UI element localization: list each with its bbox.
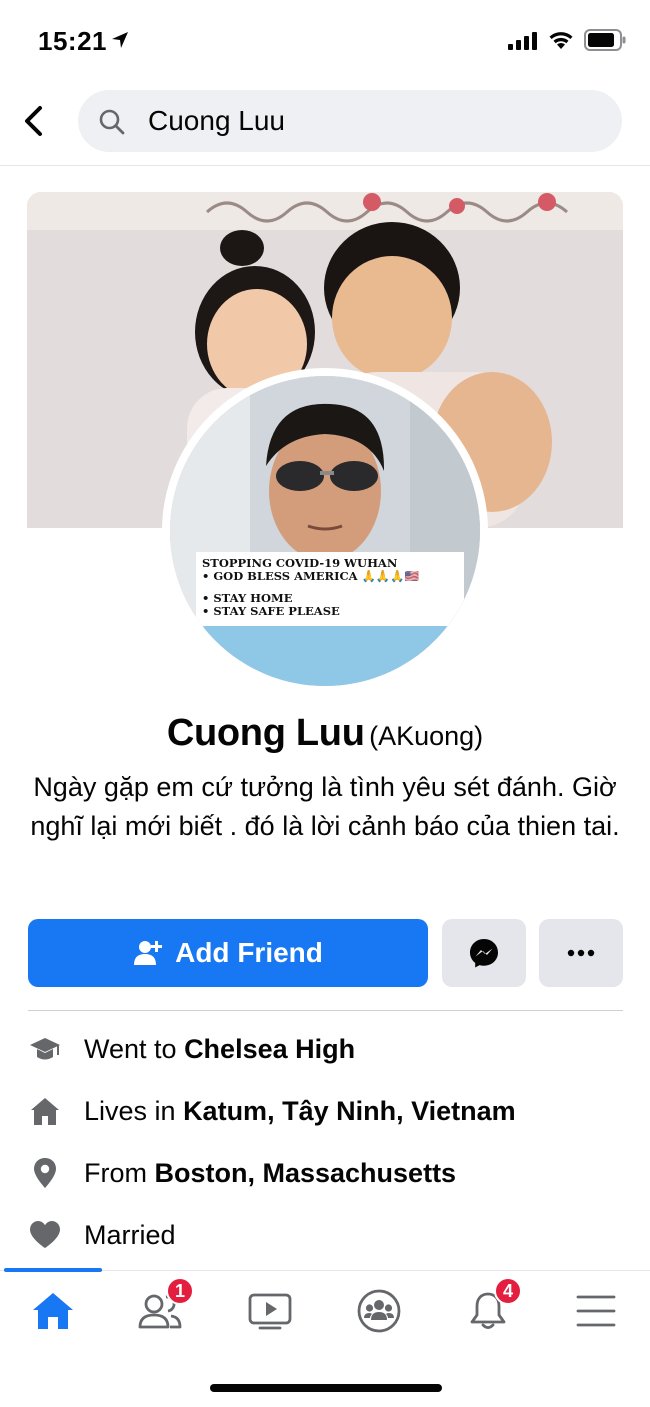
info-prefix: Went to [84, 1033, 185, 1064]
info-prefix: Lives in [84, 1095, 184, 1126]
info-value: Married [84, 1219, 176, 1250]
groups-icon [357, 1289, 401, 1333]
info-value[interactable]: Chelsea High [184, 1034, 355, 1064]
home-indicator[interactable] [210, 1384, 442, 1392]
profile-bio: Ngày gặp em cứ tưởng là tình yêu sét đán… [30, 772, 620, 841]
home-icon [33, 1293, 73, 1329]
add-friend-label: Add Friend [175, 937, 323, 968]
add-friend-button[interactable]: Add Friend [28, 919, 428, 987]
profile-picture[interactable]: STOPPING COVID-19 WUHAN • GOD BLESS AMER… [162, 368, 488, 694]
status-bar: 15:21 [0, 0, 650, 80]
battery-icon [584, 29, 626, 51]
info-from: From Boston, Massachusetts [28, 1151, 628, 1195]
info-value[interactable]: Katum, Tây Ninh, Vietnam [183, 1096, 516, 1126]
profile-name: Cuong Luu (AKuong) [0, 712, 650, 755]
menu-icon [576, 1295, 616, 1327]
tab-friends[interactable]: 1 [130, 1277, 194, 1341]
graduation-cap-icon [28, 1032, 62, 1066]
active-tab-indicator [4, 1268, 102, 1272]
tab-menu[interactable] [566, 1281, 626, 1341]
video-icon [248, 1293, 292, 1330]
profile-display-name: Cuong Luu [166, 712, 365, 754]
add-person-icon [134, 941, 163, 965]
info-prefix: From [84, 1157, 155, 1188]
search-input[interactable]: Cuong Luu [78, 90, 622, 152]
search-icon [99, 109, 125, 135]
status-time: 15:21 [38, 26, 107, 56]
message-button[interactable] [442, 919, 526, 987]
back-arrow-icon[interactable] [20, 104, 50, 138]
bottom-tab-bar: 1 4 [0, 1268, 650, 1350]
tab-notifications[interactable]: 4 [458, 1277, 522, 1341]
info-value[interactable]: Boston, Massachusetts [155, 1158, 457, 1188]
wifi-icon [549, 32, 573, 49]
tab-groups[interactable] [349, 1281, 409, 1341]
banner-line: • STAY SAFE PLEASE [202, 604, 340, 618]
profile-alternate-name: (AKuong) [369, 721, 484, 751]
messenger-icon [470, 939, 498, 968]
banner-line: • GOD BLESS AMERICA 🙏🙏🙏🇺🇸 [202, 569, 419, 583]
house-icon [28, 1094, 62, 1128]
covid-message-banner: STOPPING COVID-19 WUHAN • GOD BLESS AMER… [196, 552, 464, 626]
tab-watch[interactable] [240, 1281, 300, 1341]
heart-icon [28, 1218, 62, 1252]
cellular-signal-icon [508, 32, 537, 50]
divider [28, 1010, 623, 1011]
search-header: Cuong Luu [0, 80, 650, 166]
search-query: Cuong Luu [148, 105, 286, 136]
info-relationship: Married [28, 1213, 628, 1257]
notifications-badge: 4 [494, 1277, 522, 1305]
info-education: Went to Chelsea High [28, 1027, 628, 1071]
location-arrow-icon [112, 32, 128, 48]
location-pin-icon [28, 1156, 62, 1190]
friends-badge: 1 [166, 1277, 194, 1305]
more-dots-icon [567, 949, 595, 957]
more-options-button[interactable] [539, 919, 623, 987]
tab-home[interactable] [23, 1281, 83, 1341]
info-lives-in: Lives in Katum, Tây Ninh, Vietnam [28, 1089, 628, 1133]
